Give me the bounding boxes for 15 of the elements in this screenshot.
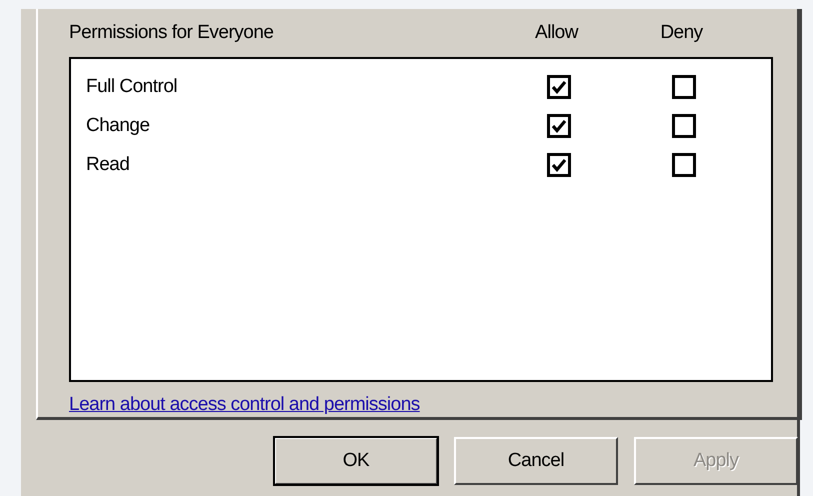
dialog-button[interactable]: OK bbox=[274, 437, 438, 485]
column-heading: Deny bbox=[659, 22, 704, 44]
help-link[interactable]: Learn about access control and permissions bbox=[69, 394, 420, 416]
deny-checkbox[interactable] bbox=[672, 74, 696, 98]
permission-name: Change bbox=[85, 114, 151, 136]
allow-checkbox[interactable] bbox=[546, 152, 570, 176]
deny-checkbox[interactable] bbox=[672, 114, 696, 138]
allow-checkbox[interactable] bbox=[546, 74, 570, 98]
deny-checkbox[interactable] bbox=[672, 152, 696, 176]
permission-name: Full Control bbox=[85, 76, 178, 98]
permission-name: Read bbox=[85, 154, 130, 176]
dialog-button[interactable]: Cancel bbox=[454, 437, 618, 485]
permissions-heading: Permissions for Everyone bbox=[69, 22, 274, 44]
allow-checkbox[interactable] bbox=[546, 114, 570, 138]
column-heading: Allow bbox=[534, 22, 580, 44]
